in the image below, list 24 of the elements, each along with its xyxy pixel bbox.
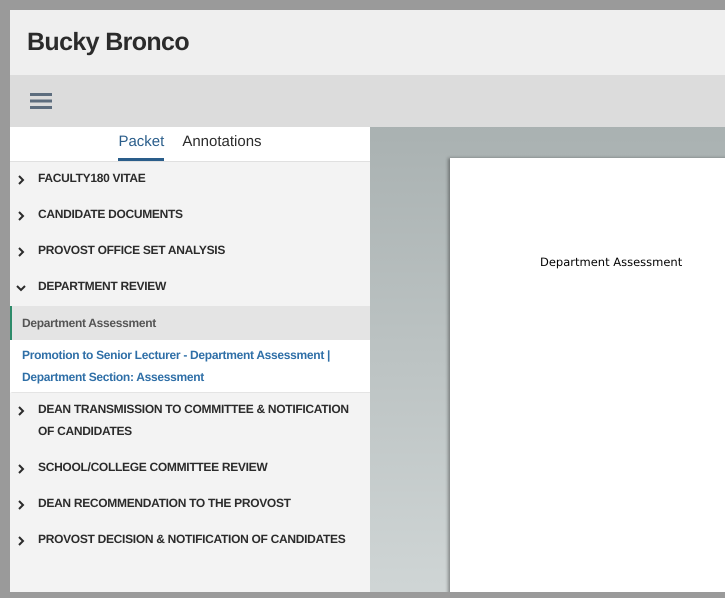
menu-button[interactable]	[30, 91, 54, 111]
chevron-right-icon	[16, 536, 26, 546]
section-item[interactable]: SCHOOL/COLLEGE COMMITTEE REVIEW	[10, 451, 370, 487]
chevron-right-icon	[16, 247, 26, 257]
chevron-right-icon	[16, 211, 26, 221]
section-item[interactable]: CANDIDATE DOCUMENTS	[10, 198, 370, 234]
menu-icon	[30, 92, 52, 110]
section-item[interactable]: DEPARTMENT REVIEW	[10, 270, 370, 306]
chevron-right-icon	[16, 175, 26, 185]
tab[interactable]: Packet	[118, 130, 164, 161]
section-item[interactable]: FACULTY180 VITAE	[10, 162, 370, 198]
subsection-item[interactable]: Department Assessment	[10, 306, 370, 340]
tab[interactable]: Annotations	[182, 130, 262, 161]
document-link[interactable]: Promotion to Senior Lecturer - Department Assessment | Department Section: Assessment	[10, 340, 370, 393]
section-item[interactable]: PROVOST OFFICE SET ANALYSIS	[10, 234, 370, 270]
page-title: Bucky Bronco	[27, 26, 189, 58]
chevron-down-icon	[16, 283, 26, 293]
chevron-right-icon	[16, 464, 26, 474]
chevron-right-icon	[16, 406, 26, 416]
section-item[interactable]: DEAN RECOMMENDATION TO THE PROVOST	[10, 487, 370, 523]
section-item[interactable]: PROVOST DECISION & NOTIFICATION OF CANDIDATES	[10, 523, 370, 559]
chevron-right-icon	[16, 500, 26, 510]
page-heading: Department Assessment	[540, 255, 682, 269]
section-item[interactable]: DEAN TRANSMISSION TO COMMITTEE & NOTIFICATION OF CANDIDATES	[10, 393, 370, 451]
